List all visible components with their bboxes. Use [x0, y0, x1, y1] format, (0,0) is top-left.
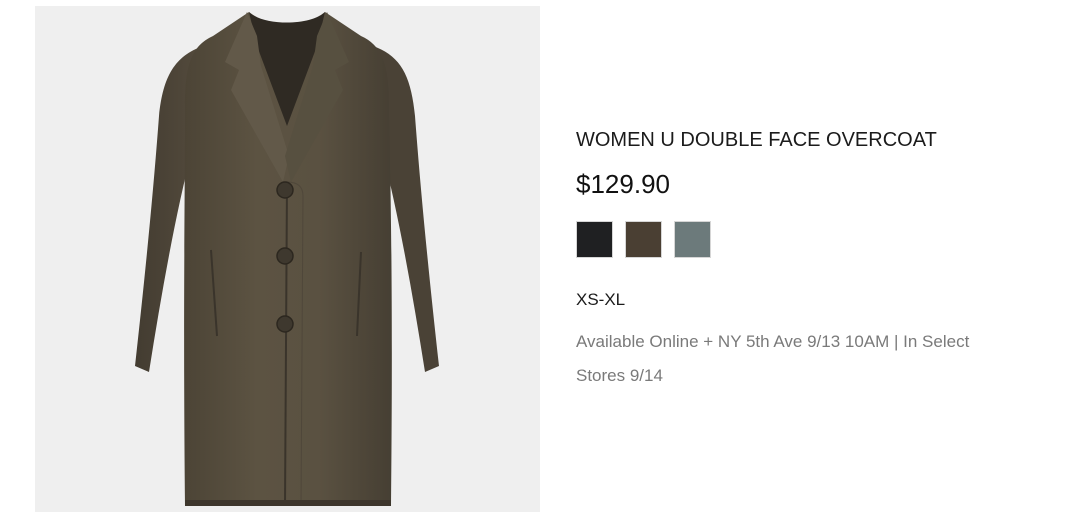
color-swatch-gray[interactable]	[674, 221, 711, 258]
color-swatch-brown[interactable]	[625, 221, 662, 258]
color-swatch-black[interactable]	[576, 221, 613, 258]
size-range: XS-XL	[576, 290, 626, 309]
overcoat-illustration	[135, 12, 439, 507]
product-info: WOMEN U DOUBLE FACE OVERCOAT $129.90 XS-…	[576, 120, 1046, 393]
product-card: WOMEN U DOUBLE FACE OVERCOAT $129.90 XS-…	[0, 0, 1080, 520]
product-image[interactable]	[35, 6, 540, 512]
availability-text: Available Online + NY 5th Ave 9/13 10AM …	[576, 332, 970, 385]
product-title[interactable]: WOMEN U DOUBLE FACE OVERCOAT	[576, 120, 1046, 160]
product-price: $129.90	[576, 169, 670, 199]
color-swatches	[576, 221, 1046, 258]
